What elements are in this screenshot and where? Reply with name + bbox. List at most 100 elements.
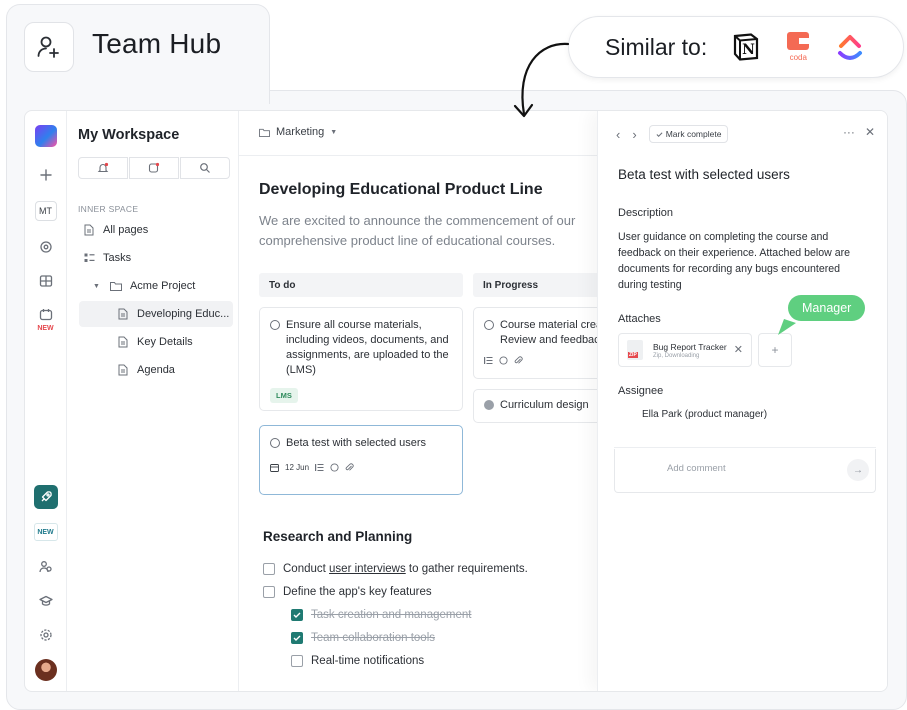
paperclip-icon [514,356,523,364]
calendar-icon [270,464,279,472]
tasks-icon [81,253,97,264]
graduation-cap-icon[interactable] [34,589,58,613]
sidebar-item-tasks[interactable]: Tasks [81,245,131,271]
doc-title[interactable]: Developing Educational Product Line [259,181,543,199]
icon-rail: MT NEW NEW [25,111,67,691]
sidebar-item-acme-project[interactable]: ▼ Acme Project [93,273,195,299]
curved-arrow-icon [513,42,570,118]
due-date: 12 Jun [285,463,310,472]
checklist-item[interactable]: Real-time notifications [291,655,424,667]
task-description[interactable]: User guidance on completing the course a… [618,229,870,293]
attaches-label: Attaches [618,313,661,325]
checklist-item[interactable]: Conduct user interviews to gather requir… [263,563,528,575]
paperclip-icon [345,463,354,471]
app-logo-icon[interactable] [34,125,57,147]
plus-icon[interactable] [34,163,58,187]
status-circle-icon[interactable] [484,320,494,330]
search-icon [200,163,210,173]
new-badge[interactable]: NEW [33,523,58,541]
description-label: Description [618,207,674,219]
page-icon [81,224,97,236]
add-user-icon [24,22,74,72]
app-window: MT NEW NEW My Workspace INNER SPACE All … [24,110,888,692]
checkbox-checked[interactable] [291,632,303,644]
remove-attachment-icon[interactable]: ✕ [734,343,743,356]
status-circle-icon[interactable] [270,320,280,330]
task-detail-panel: ‹ › Mark complete ··· ✕ Beta test with s… [597,111,887,691]
comment-box[interactable]: Add comment → [614,449,876,493]
search-button[interactable] [180,157,230,179]
similar-label: Similar to: [605,33,708,60]
add-attachment-button[interactable]: + [758,333,792,367]
page-icon [115,308,131,320]
send-arrow-icon[interactable]: → [847,459,869,481]
sidebar-item-developing-educ[interactable]: Developing Educ... [79,301,233,327]
list-icon [484,357,493,364]
notion-logo: N [729,30,763,64]
status-done-icon[interactable] [484,400,494,410]
task-title[interactable]: Beta test with selected users [618,167,790,182]
zip-file-icon [627,340,643,360]
caret-down-icon: ▼ [330,128,338,136]
checklist-item[interactable]: Task creation and management [291,609,471,621]
checkbox-checked[interactable] [291,609,303,621]
mark-complete-button[interactable]: Mark complete [648,125,729,143]
bell-icon [97,162,109,173]
sidebar-item-all-pages[interactable]: All pages [81,217,148,243]
sidebar-item-agenda[interactable]: Agenda [115,357,175,383]
manager-cursor-label: Manager [788,295,866,321]
sidebar: My Workspace INNER SPACE All pages Tasks… [67,111,239,691]
checkbox[interactable] [291,655,303,667]
section-title[interactable]: Research and Planning [263,529,412,544]
team-icon[interactable] [34,555,58,579]
new-label: NEW [37,325,54,332]
task-card[interactable]: Ensure all course materials, including v… [259,307,463,411]
similar-to-pill: Similar to: N coda [568,16,904,78]
workspace-badge[interactable]: MT [34,201,57,221]
page-icon [115,336,131,348]
check-icon [293,635,301,641]
rocket-icon[interactable] [33,485,58,509]
forward-chevron-icon[interactable]: › [632,127,636,142]
comment-icon [499,356,508,365]
sidebar-toolbar [78,157,230,179]
check-icon [656,131,663,137]
close-icon[interactable]: ✕ [865,125,875,139]
avatar[interactable] [34,659,57,681]
grid-icon[interactable] [34,269,58,293]
doc-description[interactable]: We are excited to announce the commencem… [259,211,619,251]
sync-icon[interactable] [34,235,58,259]
assignee-label: Assignee [618,385,664,397]
user-interviews-link[interactable]: user interviews [329,563,406,575]
comment-icon [330,463,339,472]
check-icon [293,612,301,618]
gear-icon[interactable] [34,623,58,647]
attachment-item[interactable]: Bug Report Tracker Zip, Downloading ✕ [618,333,752,367]
column-header-todo: To do [259,273,463,297]
caret-down-icon[interactable]: ▼ [93,283,100,290]
checklist-item[interactable]: Team collaboration tools [291,632,435,644]
checkbox[interactable] [263,586,275,598]
checklist-item[interactable]: Define the app's key features [263,586,432,598]
folder-icon [259,128,270,137]
checkbox[interactable] [263,563,275,575]
cursor-pointer-icon [778,319,796,335]
workspace-title[interactable]: My Workspace [78,127,179,143]
page-icon [115,364,131,376]
list-icon [315,464,324,471]
page-title: Team Hub [92,28,222,59]
coda-logo: coda [781,30,815,64]
sidebar-item-key-details[interactable]: Key Details [115,329,193,355]
notifications-button[interactable] [78,157,128,179]
comment-input[interactable]: Add comment [667,463,726,474]
calendar-icon[interactable] [34,303,58,327]
status-circle-icon[interactable] [270,438,280,448]
task-card-selected[interactable]: Beta test with selected users 12 Jun [259,425,463,495]
inbox-button[interactable] [129,157,179,179]
assignee-value[interactable]: Ella Park (product manager) [642,409,767,420]
inner-space-label: INNER SPACE [78,204,139,214]
svg-text:N: N [742,42,755,58]
more-icon[interactable]: ··· [843,125,855,139]
breadcrumb[interactable]: Marketing ▼ [259,126,337,138]
back-chevron-icon[interactable]: ‹ [616,127,620,142]
